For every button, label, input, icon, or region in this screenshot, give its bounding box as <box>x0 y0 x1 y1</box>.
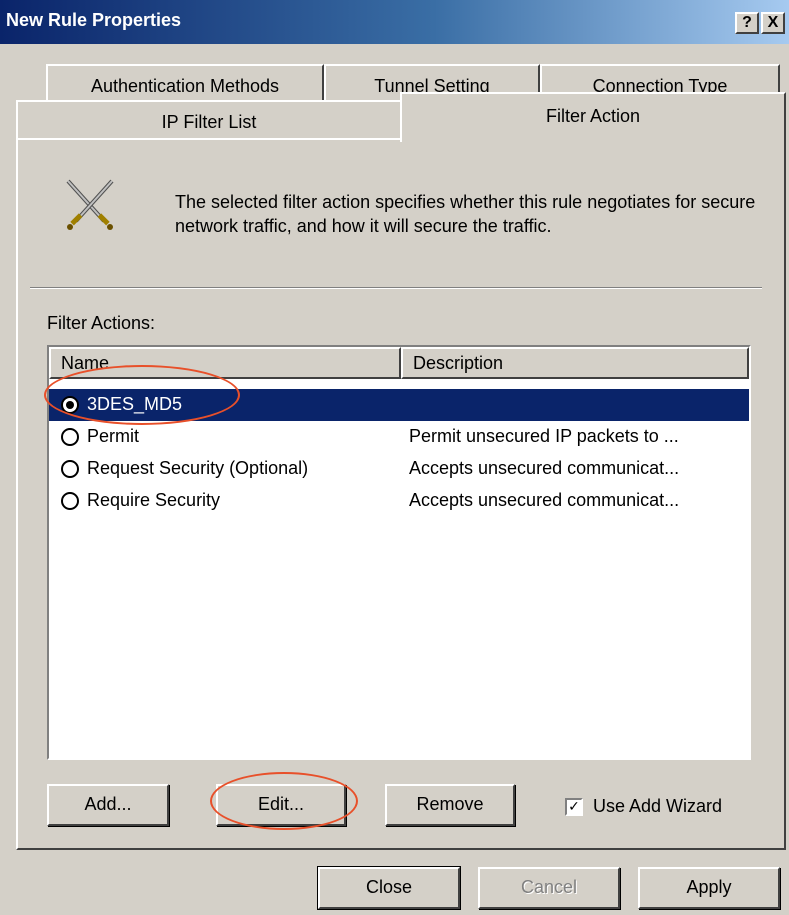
list-item-name: Request Security (Optional) <box>87 458 309 478</box>
close-button[interactable]: Close <box>317 866 461 910</box>
help-button[interactable]: ? <box>735 12 759 34</box>
title-bar[interactable]: New Rule Properties ? X <box>0 0 789 44</box>
add-button[interactable]: Add... <box>47 784 169 826</box>
use-add-wizard-label: Use Add Wizard <box>593 796 723 816</box>
list-item-name: Require Security <box>87 490 221 510</box>
column-header-description[interactable]: Description <box>401 347 749 379</box>
tab-authentication-methods[interactable]: Authentication Methods <box>46 64 324 102</box>
radio-button[interactable] <box>61 428 79 446</box>
list-item-description: Accepts unsecured communicat... <box>409 458 680 478</box>
radio-button[interactable] <box>61 492 79 510</box>
list-item[interactable]: Permit Permit unsecured IP packets to ..… <box>49 421 749 453</box>
filter-actions-label: Filter Actions: <box>47 313 156 333</box>
list-item[interactable]: Request Security (Optional) Accepts unse… <box>49 453 749 485</box>
apply-button[interactable]: Apply <box>638 867 780 909</box>
annotation-circle-edit <box>210 772 358 830</box>
header-divider <box>30 287 762 289</box>
remove-button[interactable]: Remove <box>385 784 515 826</box>
tab-ip-filter-list[interactable]: IP Filter List <box>16 100 402 140</box>
radio-button[interactable] <box>61 460 79 478</box>
filter-action-description: The selected filter action specifies whe… <box>175 192 756 236</box>
list-item-name: Permit <box>87 426 140 446</box>
close-window-button[interactable]: X <box>761 12 785 34</box>
list-item-description: Accepts unsecured communicat... <box>409 490 680 510</box>
cancel-button: Cancel <box>478 867 620 909</box>
crossed-swords-icon <box>60 175 120 235</box>
list-item[interactable]: Require Security Accepts unsecured commu… <box>49 485 749 517</box>
window-title: New Rule Properties <box>6 10 182 30</box>
tab-filter-action[interactable]: Filter Action <box>400 92 786 142</box>
list-item-description: Permit unsecured IP packets to ... <box>409 426 679 446</box>
use-add-wizard-checkbox[interactable]: ✓ <box>565 798 583 816</box>
annotation-circle-3des <box>44 365 240 425</box>
